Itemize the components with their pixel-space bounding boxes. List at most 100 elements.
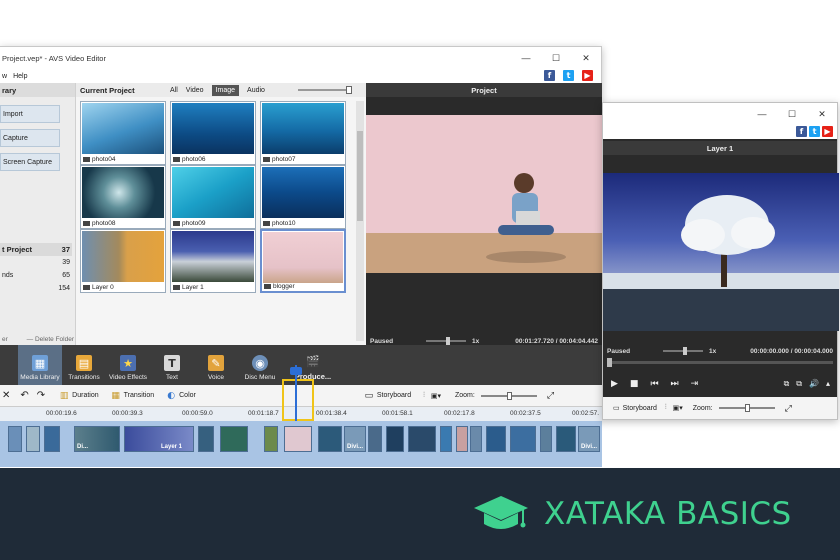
timeline-clip[interactable] — [8, 426, 22, 452]
minimize-button[interactable]: — — [747, 103, 777, 125]
media-thumb-selected[interactable]: blogger — [260, 229, 346, 293]
timeline-clip[interactable]: Layer 1 — [124, 426, 194, 452]
folder-row[interactable]: nds 65 — [0, 269, 72, 282]
zoom-knob[interactable] — [744, 404, 750, 412]
screen-capture-button[interactable]: Screen Capture — [0, 153, 60, 171]
timeline-clip[interactable] — [26, 426, 40, 452]
speed-slider[interactable] — [663, 347, 703, 355]
filter-video[interactable]: Video — [186, 87, 204, 94]
menu-view[interactable]: w — [2, 73, 7, 80]
fit-icon[interactable]: ⤢ — [785, 403, 792, 414]
undo-icon[interactable]: ↶ — [20, 390, 28, 401]
scroll-thumb[interactable] — [357, 131, 363, 221]
youtube-icon[interactable]: ▶ — [582, 70, 593, 81]
timeline-clip-selected[interactable] — [284, 426, 312, 452]
timeline-clip[interactable] — [44, 426, 60, 452]
filter-all[interactable]: All — [170, 87, 178, 94]
folder-row[interactable]: 39 — [0, 256, 72, 269]
timeline-clip[interactable] — [368, 426, 382, 452]
audio-mixer-icon[interactable]: ⫶ — [665, 404, 667, 412]
facebook-icon[interactable]: f — [544, 70, 555, 81]
twitter-icon[interactable]: t — [563, 70, 574, 81]
display-mode-icon[interactable]: ▣▾ — [431, 392, 441, 400]
timeline-clip[interactable] — [470, 426, 482, 452]
tool-video-effects[interactable]: ★ Video Effects — [106, 345, 150, 385]
duration-button[interactable]: ▥ Duration — [59, 391, 99, 401]
close-button[interactable]: ✕ — [807, 103, 837, 125]
thumbnail-size-slider[interactable] — [288, 86, 360, 94]
timeline-clip[interactable] — [540, 426, 552, 452]
timeline-clip[interactable]: Divi... — [578, 426, 600, 452]
twitter-icon[interactable]: t — [809, 126, 820, 137]
media-thumb[interactable]: photo09 — [170, 165, 256, 229]
zoom-knob[interactable] — [506, 391, 512, 400]
timeline-clip[interactable]: Di... — [74, 426, 120, 452]
tool-text[interactable]: T Text — [150, 345, 194, 385]
timeline-clip[interactable] — [556, 426, 576, 452]
timeline-clip[interactable]: Divi... — [344, 426, 366, 452]
menu-help[interactable]: Help — [13, 73, 27, 80]
play-button[interactable]: ▶ — [611, 379, 618, 389]
next-frame-button[interactable]: ⏭ — [671, 379, 679, 389]
storyboard-label[interactable]: Storyboard — [623, 405, 657, 412]
new-folder-button[interactable]: er — [2, 336, 8, 343]
facebook-icon[interactable]: f — [796, 126, 807, 137]
media-thumb[interactable]: Layer 0 — [80, 229, 166, 293]
timeline-clip[interactable] — [386, 426, 404, 452]
prev-frame-button[interactable]: ⏮ — [650, 379, 658, 389]
timeline-clip[interactable] — [408, 426, 436, 452]
fullscreen-icon[interactable]: ⧉ — [784, 379, 790, 389]
storyboard-icon[interactable]: ▭ — [613, 404, 620, 412]
youtube-icon[interactable]: ▶ — [822, 126, 833, 137]
more-icon[interactable]: ▴ — [826, 379, 830, 389]
timeline-clip[interactable] — [220, 426, 248, 452]
seek-knob[interactable] — [607, 358, 612, 367]
timeline-track[interactable]: Di... Layer 1 Divi... Divi... — [0, 421, 602, 467]
timeline-clip[interactable] — [198, 426, 214, 452]
transition-button[interactable]: ▦ Transition — [111, 391, 154, 401]
media-thumb[interactable]: photo07 — [260, 101, 346, 165]
media-thumb[interactable]: Layer 1 — [170, 229, 256, 293]
stop-button[interactable]: ■ — [630, 379, 639, 389]
tool-disc-menu[interactable]: ◉ Disc Menu — [238, 345, 282, 385]
zoom-slider[interactable] — [718, 404, 775, 412]
filter-image[interactable]: Image — [211, 84, 240, 96]
goto-end-button[interactable]: ⇥ — [691, 379, 699, 389]
timeline-clip[interactable] — [264, 426, 278, 452]
zoom-slider[interactable] — [480, 391, 537, 400]
display-mode-icon[interactable]: ▣▾ — [673, 404, 683, 412]
redo-icon[interactable]: ↷ — [37, 390, 45, 401]
playhead[interactable] — [295, 365, 297, 421]
media-thumb[interactable]: photo10 — [260, 165, 346, 229]
maximize-button[interactable]: ☐ — [777, 103, 807, 125]
tool-transitions[interactable]: ▤ Transitions — [62, 345, 106, 385]
fit-icon[interactable]: ⤢ — [547, 390, 554, 401]
close-button[interactable]: ✕ — [571, 47, 601, 69]
project-folder-header[interactable]: t Project 37 — [0, 243, 72, 256]
media-thumb[interactable]: photo08 — [80, 165, 166, 229]
color-button[interactable]: ◐ Color — [166, 391, 196, 401]
filter-audio[interactable]: Audio — [247, 87, 265, 94]
capture-button[interactable]: Capture — [0, 129, 60, 147]
timeline-clip[interactable] — [456, 426, 468, 452]
volume-icon[interactable]: 🔊 — [809, 379, 819, 389]
delete-folder-button[interactable]: — Delete Folder — [27, 336, 74, 343]
timeline-clip[interactable] — [440, 426, 452, 452]
media-scrollbar[interactable] — [356, 101, 364, 341]
folder-row[interactable]: 154 — [0, 282, 72, 295]
delete-icon[interactable]: ✕ — [2, 390, 10, 401]
speed-knob[interactable] — [683, 347, 687, 355]
snapshot-icon[interactable]: ⧉ — [796, 379, 802, 389]
minimize-button[interactable]: — — [511, 47, 541, 69]
audio-mixer-icon[interactable]: ⫶ — [423, 392, 425, 400]
speed-slider[interactable] — [426, 337, 466, 345]
import-button[interactable]: Import — [0, 105, 60, 123]
layer-seek-bar[interactable] — [607, 358, 833, 367]
media-thumb[interactable]: photo06 — [170, 101, 256, 165]
slider-knob[interactable] — [346, 86, 352, 94]
tool-media-library[interactable]: ▦ Media Library — [18, 345, 62, 385]
maximize-button[interactable]: ☐ — [541, 47, 571, 69]
tool-voice[interactable]: ✎ Voice — [194, 345, 238, 385]
timeline-clip[interactable] — [510, 426, 536, 452]
timeline-clip[interactable] — [318, 426, 342, 452]
